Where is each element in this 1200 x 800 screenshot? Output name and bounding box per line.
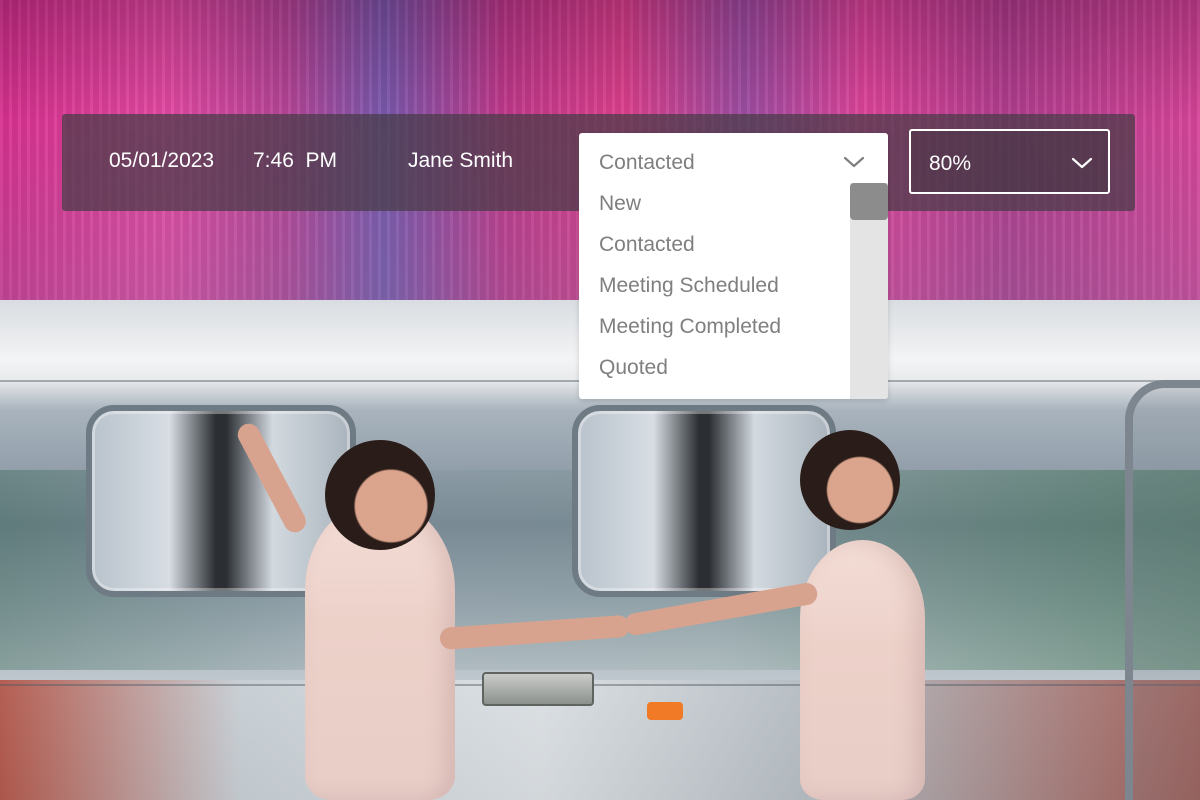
- status-dropdown[interactable]: Contacted New Contacted Meeting Schedule…: [579, 133, 888, 399]
- person-left-head: [325, 440, 435, 550]
- status-option-quoted[interactable]: Quoted: [579, 347, 849, 388]
- contact-name[interactable]: Jane Smith: [408, 148, 513, 174]
- status-option-meeting-scheduled[interactable]: Meeting Scheduled: [579, 265, 849, 306]
- chevron-down-icon[interactable]: [1071, 154, 1093, 172]
- trailer-seam: [0, 684, 1200, 686]
- status-options-list: New Contacted Meeting Scheduled Meeting …: [579, 183, 849, 388]
- trailer-window-right: [572, 405, 836, 597]
- person-right: [800, 540, 925, 800]
- status-scrollbar-track[interactable]: [850, 183, 888, 399]
- trailer-lamp: [647, 702, 683, 720]
- person-right-head: [800, 430, 900, 530]
- screen: 05/01/2023 7:46 PM Jane Smith Contacted …: [0, 0, 1200, 800]
- chevron-down-icon[interactable]: [843, 153, 865, 171]
- date-label: 05/01/2023: [109, 149, 215, 172]
- trailer-nameplate: [482, 672, 594, 706]
- status-option-new[interactable]: New: [579, 183, 849, 224]
- probability-selected-value[interactable]: 80%: [929, 151, 971, 177]
- time-label: 7:46 PM: [253, 149, 338, 172]
- status-selected-value[interactable]: Contacted: [599, 150, 695, 176]
- trailer-door: [1125, 380, 1200, 800]
- probability-dropdown[interactable]: 80%: [909, 129, 1110, 194]
- status-scrollbar-thumb[interactable]: [850, 183, 888, 220]
- background-trailer-bottom: [0, 680, 1200, 800]
- status-option-meeting-completed[interactable]: Meeting Completed: [579, 306, 849, 347]
- status-option-contacted[interactable]: Contacted: [579, 224, 849, 265]
